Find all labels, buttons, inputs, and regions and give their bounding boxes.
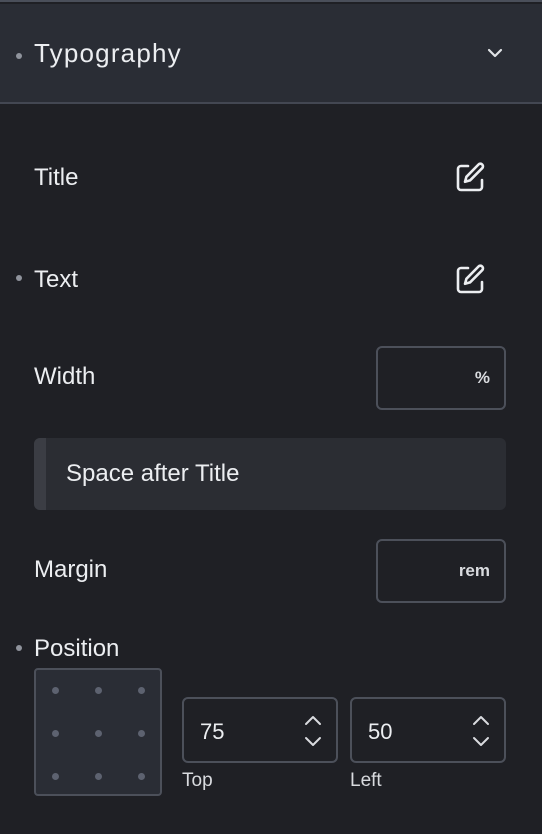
anchor-middle-right[interactable] (138, 730, 145, 737)
title-label: Title (34, 164, 79, 191)
space-after-title-section[interactable]: Space after Title (34, 438, 506, 510)
stepper-arrows-icon[interactable] (302, 713, 324, 749)
position-label: Position (34, 635, 120, 662)
modified-indicator-dot (16, 53, 22, 59)
text-label: Text (34, 266, 79, 293)
section-title: Typography (34, 38, 182, 68)
width-label: Width (34, 363, 96, 390)
margin-input[interactable]: rem (376, 539, 506, 603)
anchor-top-center[interactable] (95, 687, 102, 694)
anchor-middle-left[interactable] (52, 730, 59, 737)
text-modified-dot (16, 275, 22, 281)
margin-unit: rem (458, 561, 490, 580)
position-left-caption: Left (350, 770, 382, 791)
section-accent-bar (34, 438, 46, 510)
anchor-top-right[interactable] (138, 687, 145, 694)
anchor-center[interactable] (95, 730, 102, 737)
anchor-bottom-center[interactable] (95, 773, 102, 780)
position-top-caption: Top (182, 770, 213, 791)
typography-panel: Typography Title Text Width % Space afte… (0, 0, 542, 834)
anchor-bottom-left[interactable] (52, 773, 59, 780)
anchor-bottom-right[interactable] (138, 773, 145, 780)
position-top-stepper[interactable]: 75 (182, 697, 338, 763)
position-anchor-grid[interactable] (34, 668, 162, 796)
position-left-stepper[interactable]: 50 (350, 697, 506, 763)
position-left-value[interactable]: 50 (368, 719, 392, 745)
chevron-down-icon[interactable] (485, 46, 505, 60)
position-top-value[interactable]: 75 (200, 719, 224, 745)
width-input[interactable]: % (376, 346, 506, 410)
edit-title-icon[interactable] (452, 160, 488, 196)
margin-label: Margin (34, 556, 108, 583)
width-unit: % (474, 368, 490, 387)
position-modified-dot (16, 645, 22, 651)
space-after-title-label: Space after Title (66, 460, 240, 487)
typography-section-header[interactable]: Typography (0, 4, 542, 104)
anchor-top-left[interactable] (52, 687, 59, 694)
stepper-arrows-icon[interactable] (470, 713, 492, 749)
edit-text-icon[interactable] (452, 262, 488, 298)
